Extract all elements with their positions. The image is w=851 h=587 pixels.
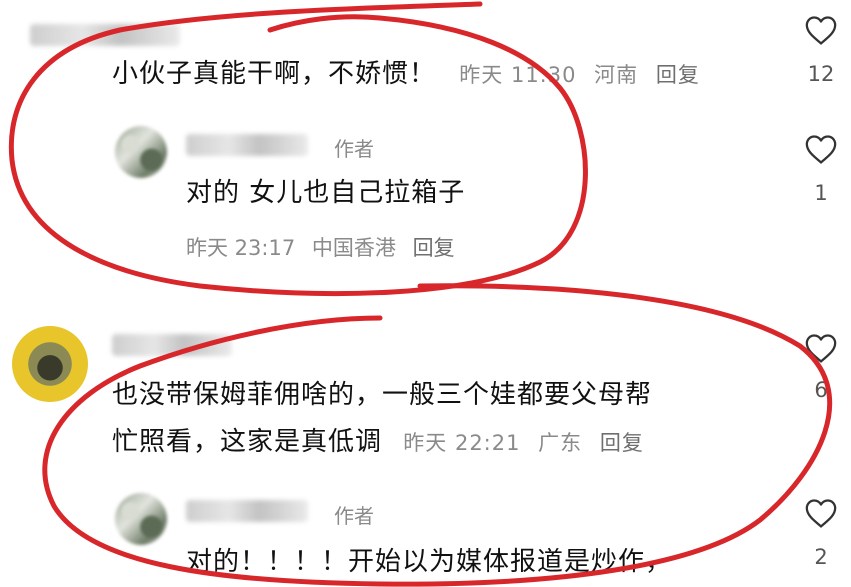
reply-button[interactable]: 回复 (600, 431, 644, 455)
commenter-name-blurred[interactable] (30, 24, 180, 46)
reply-location: 中国香港 (311, 236, 396, 260)
commenter-name-blurred[interactable] (112, 334, 232, 356)
like-count: 2 (814, 545, 828, 569)
heart-outline-icon[interactable] (804, 332, 838, 364)
heart-outline-icon[interactable] (804, 133, 838, 165)
reply-text: 对的 女儿也自己拉箱子 (186, 178, 466, 208)
comment-location: 河南 (594, 63, 639, 87)
author-badge: 作者 (334, 504, 374, 528)
reply-author-name-blurred[interactable] (186, 500, 308, 522)
comment-meta: 昨天 11:30 河南 回复 (459, 63, 710, 87)
like-count: 6 (814, 378, 828, 402)
comment-meta: 昨天 22:21 广东 回复 (403, 431, 654, 455)
comment-text-line-2: 忙照看，这家是真低调 昨天 22:21 广东 回复 (112, 420, 654, 465)
reply-button[interactable]: 回复 (413, 236, 455, 260)
comment-time: 昨天 22:21 (403, 431, 521, 455)
reply-meta: 昨天 23:17 中国香港 回复 (186, 232, 465, 262)
heart-outline-icon[interactable] (804, 14, 838, 46)
avatar[interactable] (115, 493, 167, 545)
comment-time: 昨天 11:30 (459, 63, 577, 87)
reply-button[interactable]: 回复 (656, 63, 700, 87)
comment-location: 广东 (538, 431, 583, 455)
author-badge: 作者 (334, 137, 374, 161)
comment-text-1: 小伙子真能干啊，不娇惯！ (112, 59, 437, 89)
reply-text: 对的！！！！开始以为媒体报道是炒作， (186, 547, 673, 577)
heart-outline-icon[interactable] (804, 497, 838, 529)
comment-text-line-2-content: 忙照看，这家是真低调 (112, 427, 383, 457)
avatar[interactable] (12, 326, 88, 402)
comment-text: 小伙子真能干啊，不娇惯！ 昨天 11:30 河南 回复 (112, 52, 710, 97)
reply-author-name-blurred[interactable] (186, 134, 308, 156)
like-count: 12 (807, 62, 835, 86)
reply-time: 昨天 23:17 (186, 236, 296, 260)
like-count: 1 (814, 181, 828, 205)
avatar[interactable] (115, 126, 167, 178)
comment-text-line-1: 也没带保姆菲佣啥的，一般三个娃都要父母帮 (112, 380, 653, 410)
